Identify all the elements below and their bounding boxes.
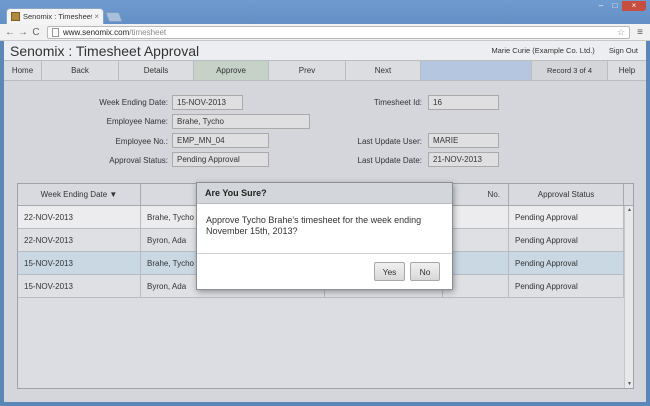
timesheet-id-label: Timesheet Id: bbox=[373, 98, 422, 107]
dialog-message: Approve Tycho Brahe's timesheet for the … bbox=[197, 204, 452, 254]
back-arrow-icon[interactable]: ← bbox=[4, 27, 16, 38]
last-update-user-field: MARIE bbox=[428, 133, 499, 148]
scroll-up-arrow-icon[interactable]: ▲ bbox=[625, 206, 634, 214]
nav-bar: Home Back Details Approve Prev Next Reco… bbox=[4, 60, 646, 81]
sign-out-link[interactable]: Sign Out bbox=[609, 46, 638, 55]
nav-details-button[interactable]: Details bbox=[119, 61, 194, 80]
scroll-down-arrow-icon[interactable]: ▼ bbox=[625, 380, 634, 388]
yes-button[interactable]: Yes bbox=[374, 262, 405, 281]
column-header-week-ending[interactable]: Week Ending Date ▼ bbox=[18, 184, 141, 205]
app-header: Senomix : Timesheet Approval Marie Curie… bbox=[4, 41, 646, 60]
cell-status: Pending Approval bbox=[509, 252, 624, 274]
page-title: Senomix : Timesheet Approval bbox=[10, 42, 200, 59]
employee-name-field: Brahe, Tycho bbox=[172, 114, 310, 129]
cell-status: Pending Approval bbox=[509, 229, 624, 251]
minimize-button[interactable]: – bbox=[594, 1, 608, 11]
dialog-title: Are You Sure? bbox=[197, 183, 452, 204]
cell-status: Pending Approval bbox=[509, 275, 624, 297]
window-controls: – □ × bbox=[594, 1, 646, 11]
browser-chrome: Senomix : Timesheet Appr × – □ × ← → C w… bbox=[0, 0, 650, 41]
browser-toolbar: ← → C www.senomix.com/timesheet ☆ ≡ bbox=[0, 24, 650, 41]
new-tab-button[interactable] bbox=[105, 12, 123, 22]
last-update-date-field: 21-NOV-2013 bbox=[428, 152, 499, 167]
cell-date: 15-NOV-2013 bbox=[18, 252, 141, 274]
cell-status: Pending Approval bbox=[509, 206, 624, 228]
nav-back-button[interactable]: Back bbox=[42, 61, 119, 80]
maximize-button[interactable]: □ bbox=[608, 1, 622, 11]
record-counter: Record 3 of 4 bbox=[532, 61, 608, 80]
nav-prev-button[interactable]: Prev bbox=[269, 61, 346, 80]
nav-home-button[interactable]: Home bbox=[4, 61, 42, 80]
reload-icon[interactable]: C bbox=[30, 27, 42, 38]
dialog-footer: Yes No bbox=[197, 254, 452, 289]
employee-no-field: EMP_MN_04 bbox=[172, 133, 269, 148]
employee-no-label: Employee No.: bbox=[115, 137, 168, 146]
week-ending-field: 15-NOV-2013 bbox=[172, 95, 243, 110]
column-header-approval-status[interactable]: Approval Status bbox=[509, 184, 624, 205]
address-bar[interactable]: www.senomix.com/timesheet ☆ bbox=[47, 25, 630, 39]
employee-name-label: Employee Name: bbox=[106, 117, 168, 126]
confirm-dialog: Are You Sure? Approve Tycho Brahe's time… bbox=[196, 182, 453, 290]
browser-tab[interactable]: Senomix : Timesheet Appr × bbox=[6, 8, 104, 24]
bookmark-star-icon[interactable]: ☆ bbox=[617, 27, 625, 38]
page-icon bbox=[52, 27, 59, 37]
user-info: Marie Curie (Example Co. Ltd.) bbox=[491, 46, 595, 55]
last-update-user-label: Last Update User: bbox=[357, 137, 422, 146]
cell-date: 22-NOV-2013 bbox=[18, 229, 141, 251]
browser-menu-icon[interactable]: ≡ bbox=[634, 27, 646, 38]
no-button[interactable]: No bbox=[410, 262, 440, 281]
last-update-date-label: Last Update Date: bbox=[357, 156, 422, 165]
senomix-favicon-icon bbox=[11, 12, 20, 21]
url-text: www.senomix.com/timesheet bbox=[63, 27, 167, 37]
cell-date: 22-NOV-2013 bbox=[18, 206, 141, 228]
timesheet-id-field: 16 bbox=[428, 95, 499, 110]
nav-approve-button[interactable]: Approve bbox=[194, 61, 269, 80]
forward-arrow-icon[interactable]: → bbox=[17, 27, 29, 38]
approval-status-label: Approval Status: bbox=[109, 156, 168, 165]
table-scrollbar[interactable]: ▲ ▼ bbox=[624, 206, 633, 388]
approval-status-field: Pending Approval bbox=[172, 152, 269, 167]
tab-close-icon[interactable]: × bbox=[94, 12, 99, 21]
nav-next-button[interactable]: Next bbox=[346, 61, 421, 80]
nav-help-button[interactable]: Help bbox=[608, 61, 646, 80]
week-ending-label: Week Ending Date: bbox=[99, 98, 168, 107]
cell-date: 15-NOV-2013 bbox=[18, 275, 141, 297]
nav-blank-area bbox=[421, 61, 532, 80]
close-window-button[interactable]: × bbox=[622, 1, 646, 11]
tab-title: Senomix : Timesheet Appr bbox=[23, 12, 93, 21]
